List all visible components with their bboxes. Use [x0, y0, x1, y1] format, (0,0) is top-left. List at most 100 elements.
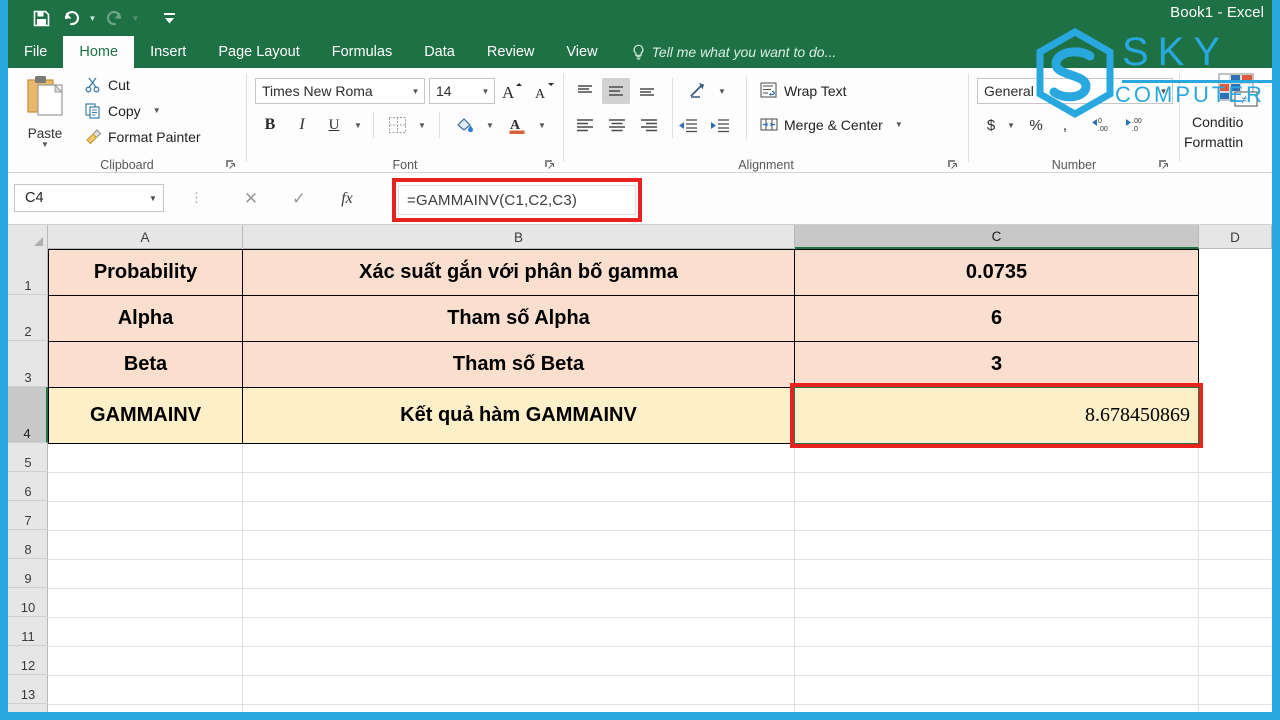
row-header-7[interactable]: 7 — [8, 501, 48, 530]
row-header-6[interactable]: 6 — [8, 472, 48, 501]
cut-button[interactable]: Cut — [84, 76, 130, 93]
align-right-button[interactable] — [636, 112, 662, 138]
copy-dropdown-caret[interactable]: ▼ — [153, 106, 161, 115]
conditional-formatting-button[interactable]: ≠ — [1214, 70, 1260, 110]
cell-a3[interactable]: Beta — [48, 341, 243, 388]
align-center-button[interactable] — [604, 112, 630, 138]
row-header-8[interactable]: 8 — [8, 530, 48, 559]
increase-font-size-button[interactable]: A — [499, 78, 527, 104]
name-box[interactable]: C4 ▼ — [14, 184, 164, 212]
decrease-decimal-button[interactable]: .00.0 — [1119, 112, 1149, 138]
paste-button[interactable]: Paste ▼ — [16, 72, 74, 150]
orientation-button[interactable] — [684, 78, 712, 104]
italic-button[interactable]: I — [289, 112, 315, 138]
increase-decimal-button[interactable]: 0.00 — [1085, 112, 1115, 138]
decrease-indent-button[interactable] — [674, 112, 702, 138]
font-size-caret[interactable]: ▼ — [477, 87, 494, 96]
redo-dropdown-caret[interactable]: ▼ — [129, 5, 142, 31]
column-header-a[interactable]: A — [48, 225, 243, 249]
underline-button[interactable]: U — [321, 112, 347, 138]
font-color-caret[interactable]: ▼ — [533, 112, 551, 138]
orientation-caret[interactable]: ▼ — [714, 78, 730, 104]
tab-home[interactable]: Home — [63, 36, 135, 68]
cell-c4[interactable]: 8.678450869 — [794, 387, 1199, 444]
tab-data[interactable]: Data — [408, 36, 471, 68]
name-box-caret[interactable]: ▼ — [143, 194, 163, 203]
align-middle-button[interactable] — [602, 78, 630, 104]
font-color-button[interactable]: A — [503, 112, 531, 138]
copy-button[interactable]: Copy ▼ — [84, 102, 161, 119]
tab-view[interactable]: View — [550, 36, 613, 68]
tab-review[interactable]: Review — [471, 36, 551, 68]
save-icon[interactable] — [26, 5, 56, 31]
wrap-text-button[interactable]: Wrap Text — [760, 82, 847, 99]
font-dialog-launcher[interactable] — [544, 157, 557, 170]
tab-insert[interactable]: Insert — [134, 36, 202, 68]
enter-formula-button[interactable]: ✓ — [284, 187, 314, 211]
insert-function-button[interactable]: fx — [332, 187, 362, 211]
borders-button[interactable] — [383, 112, 411, 138]
row-header-11[interactable]: 11 — [8, 617, 48, 646]
bold-button[interactable]: B — [257, 112, 283, 138]
tab-formulas[interactable]: Formulas — [316, 36, 408, 68]
cell-c1[interactable]: 0.0735 — [794, 249, 1199, 296]
cell-a2[interactable]: Alpha — [48, 295, 243, 342]
number-format-select[interactable]: General ▼ — [977, 78, 1173, 104]
redo-icon[interactable] — [99, 5, 129, 31]
row-header-9[interactable]: 9 — [8, 559, 48, 588]
column-header-d[interactable]: D — [1199, 225, 1272, 249]
cell-b4[interactable]: Kết quả hàm GAMMAINV — [242, 387, 795, 444]
row-header-3[interactable]: 3 — [8, 341, 48, 387]
clipboard-dialog-launcher[interactable] — [225, 157, 238, 170]
cell-b1[interactable]: Xác suất gắn với phân bố gamma — [242, 249, 795, 296]
cancel-formula-button[interactable]: ✕ — [236, 187, 266, 211]
align-bottom-button[interactable] — [634, 78, 660, 104]
row-header-14[interactable]: 14 — [8, 704, 48, 712]
row-header-4[interactable]: 4 — [8, 387, 48, 443]
font-size-input[interactable]: 14 ▼ — [429, 78, 495, 104]
customize-quick-access-icon[interactable] — [154, 5, 184, 31]
select-all-corner[interactable] — [8, 225, 48, 249]
number-format-caret[interactable]: ▼ — [1155, 87, 1172, 96]
increase-indent-button[interactable] — [706, 112, 734, 138]
font-name-caret[interactable]: ▼ — [407, 87, 424, 96]
column-header-c[interactable]: C — [795, 225, 1199, 249]
percent-button[interactable]: % — [1023, 112, 1049, 138]
cell-a1[interactable]: Probability — [48, 249, 243, 296]
formula-bar-grip[interactable]: ⋮ — [190, 191, 203, 204]
cell-a4[interactable]: GAMMAINV — [48, 387, 243, 444]
row-header-12[interactable]: 12 — [8, 646, 48, 675]
format-painter-button[interactable]: Format Painter — [84, 128, 201, 145]
fill-color-button[interactable] — [451, 112, 479, 138]
alignment-dialog-launcher[interactable] — [947, 157, 960, 170]
align-top-button[interactable] — [572, 78, 598, 104]
cell-c2[interactable]: 6 — [794, 295, 1199, 342]
cell-b3[interactable]: Tham số Beta — [242, 341, 795, 388]
decrease-font-size-button[interactable]: A — [531, 78, 559, 104]
currency-caret[interactable]: ▼ — [1003, 112, 1019, 138]
fill-color-caret[interactable]: ▼ — [481, 112, 499, 138]
comma-style-button[interactable]: , — [1053, 112, 1077, 138]
undo-dropdown-caret[interactable]: ▼ — [86, 5, 99, 31]
number-dialog-launcher[interactable] — [1158, 157, 1171, 170]
merge-center-button[interactable]: Merge & Center ▼ — [760, 116, 903, 133]
merge-center-caret[interactable]: ▼ — [895, 120, 903, 129]
cell-c3[interactable]: 3 — [794, 341, 1199, 388]
undo-icon[interactable] — [56, 5, 86, 31]
paste-dropdown-caret[interactable]: ▼ — [16, 141, 74, 149]
borders-dropdown-caret[interactable]: ▼ — [413, 112, 431, 138]
align-left-button[interactable] — [572, 112, 598, 138]
row-header-10[interactable]: 10 — [8, 588, 48, 617]
tab-page-layout[interactable]: Page Layout — [202, 36, 315, 68]
column-header-b[interactable]: B — [243, 225, 795, 249]
underline-dropdown-caret[interactable]: ▼ — [349, 112, 367, 138]
row-header-5[interactable]: 5 — [8, 443, 48, 472]
currency-button[interactable]: $ — [979, 112, 1003, 138]
cell-b2[interactable]: Tham số Alpha — [242, 295, 795, 342]
row-header-13[interactable]: 13 — [8, 675, 48, 704]
font-name-input[interactable]: Times New Roma ▼ — [255, 78, 425, 104]
tab-file[interactable]: File — [8, 36, 63, 68]
row-header-1[interactable]: 1 — [8, 249, 48, 295]
tell-me-box[interactable]: Tell me what you want to do... — [614, 36, 836, 68]
row-header-2[interactable]: 2 — [8, 295, 48, 341]
